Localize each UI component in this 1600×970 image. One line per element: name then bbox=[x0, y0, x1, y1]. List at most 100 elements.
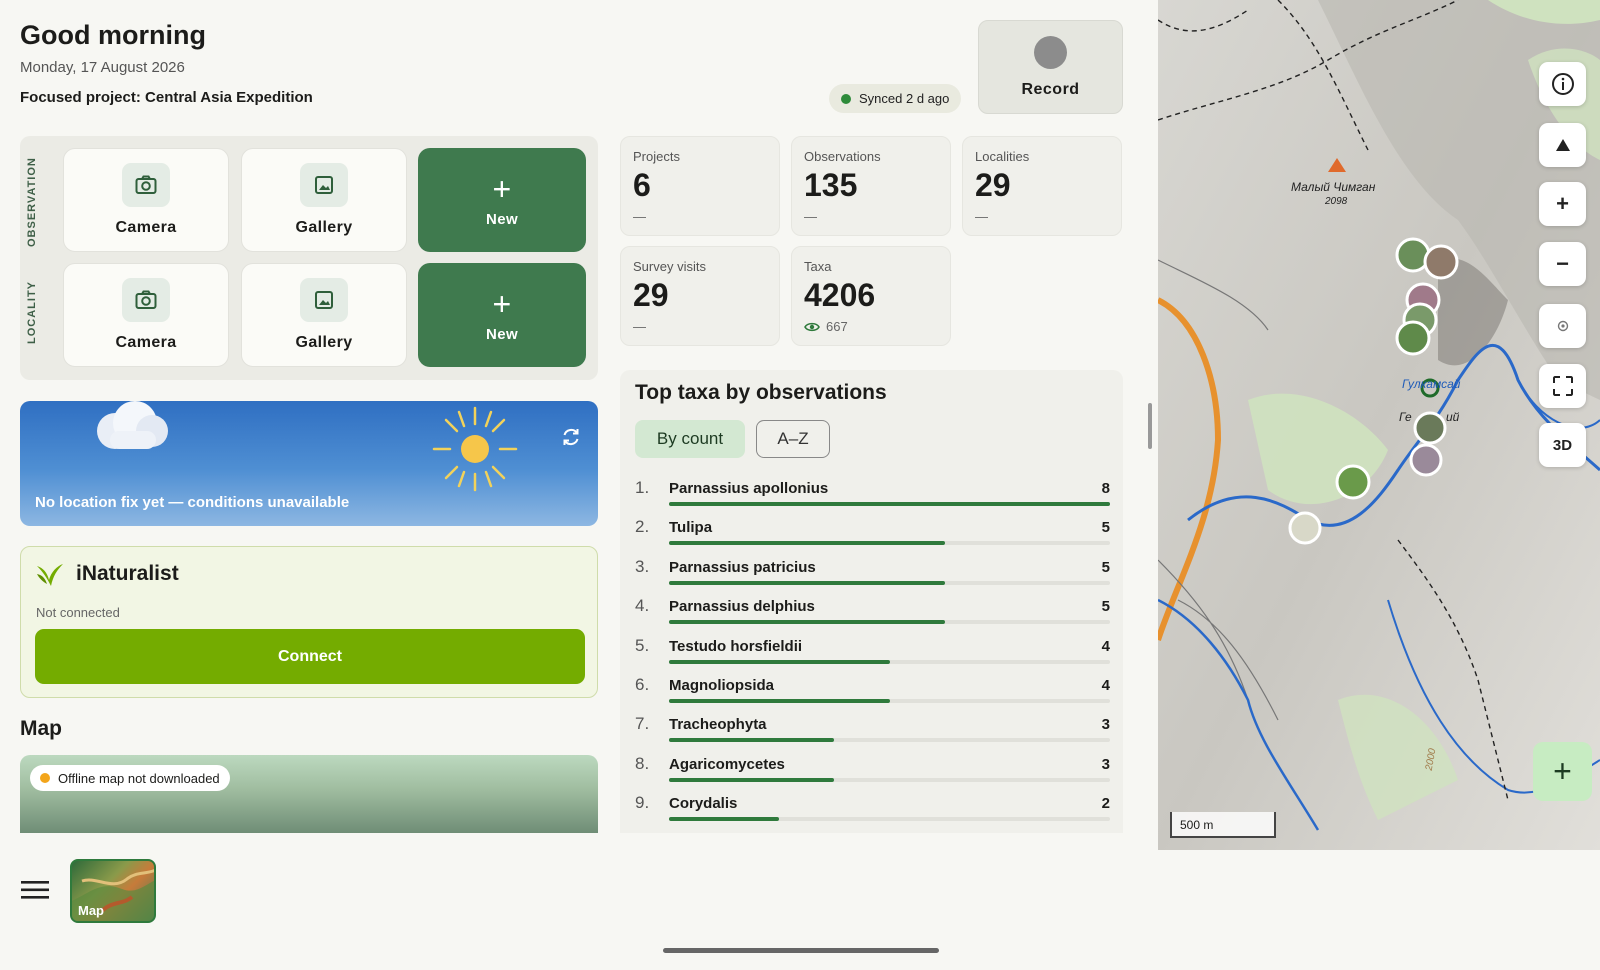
taxa-rank: 7. bbox=[635, 714, 650, 734]
locality-gallery-button[interactable]: Gallery bbox=[241, 263, 407, 367]
plus-icon: + bbox=[1553, 753, 1572, 789]
taxa-name: Tulipa bbox=[669, 519, 713, 537]
observation-camera-button[interactable]: Camera bbox=[63, 148, 229, 252]
stat-sub: — bbox=[633, 319, 646, 334]
taxa-name: Corydalis bbox=[669, 795, 738, 813]
map-info-button[interactable] bbox=[1539, 62, 1586, 106]
map-compass-button[interactable] bbox=[1539, 123, 1586, 167]
taxa-row[interactable]: 8. Agaricomycetes 3 bbox=[635, 754, 1110, 793]
refresh-icon[interactable] bbox=[560, 426, 582, 448]
sun-icon bbox=[432, 406, 518, 492]
map-heading: Map bbox=[20, 717, 62, 740]
camera-icon bbox=[122, 163, 170, 207]
taxa-bar-fill bbox=[669, 777, 835, 782]
map-3d-button[interactable]: 3D bbox=[1539, 423, 1586, 467]
inaturalist-card: iNaturalist Not connected Connect bbox=[20, 546, 598, 698]
map-zoom-in-button[interactable]: + bbox=[1539, 182, 1586, 226]
stat-sub-with-icon: 667 bbox=[804, 319, 848, 334]
offline-map-text: Offline map not downloaded bbox=[58, 770, 220, 786]
cloud-icon bbox=[97, 401, 168, 449]
record-button[interactable]: Record bbox=[978, 20, 1123, 114]
camera-label: Camera bbox=[115, 334, 177, 351]
record-label: Record bbox=[1021, 80, 1080, 98]
stat-sub: — bbox=[975, 209, 988, 224]
gallery-label: Gallery bbox=[295, 219, 353, 236]
taxa-bar-track bbox=[669, 580, 1110, 585]
observation-gallery-button[interactable]: Gallery bbox=[241, 148, 407, 252]
stat-survey-visits[interactable]: Survey visits 29 — bbox=[620, 246, 780, 346]
taxa-rank: 4. bbox=[635, 596, 650, 616]
stat-value: 29 bbox=[633, 277, 669, 313]
focused-project[interactable]: Focused project: Central Asia Expedition bbox=[20, 89, 313, 106]
hamburger-menu-icon[interactable] bbox=[21, 879, 49, 901]
record-icon bbox=[1034, 35, 1067, 69]
stat-value: 6 bbox=[633, 167, 651, 203]
observation-row-label: OBSERVATION bbox=[26, 157, 38, 247]
taxa-row[interactable]: 5. Testudo horsfieldii 4 bbox=[635, 636, 1110, 675]
stat-label: Observations bbox=[804, 149, 881, 164]
sync-status-text: Synced 2 d ago bbox=[859, 91, 950, 106]
taxa-row[interactable]: 1. Parnassius apollonius 8 bbox=[635, 478, 1110, 517]
map-scale-bar: 500 m bbox=[1170, 812, 1276, 838]
taxa-row[interactable]: 6. Magnoliopsida 4 bbox=[635, 675, 1110, 714]
map-thumb-label: Map bbox=[78, 903, 104, 918]
map-fullscreen-button[interactable] bbox=[1539, 364, 1586, 408]
peak-name-label: Малый Чимган bbox=[1291, 180, 1376, 194]
gallery-label: Gallery bbox=[295, 334, 353, 351]
inaturalist-title: iNaturalist bbox=[76, 562, 179, 585]
home-indicator[interactable] bbox=[663, 948, 939, 953]
taxa-row[interactable]: 4. Parnassius delphius 5 bbox=[635, 596, 1110, 635]
locality-row-label: LOCALITY bbox=[26, 281, 38, 345]
map-preview[interactable]: Offline map not downloaded bbox=[20, 755, 598, 833]
image-icon bbox=[300, 163, 348, 207]
taxa-bar-track bbox=[669, 777, 1110, 782]
taxa-count: 4 bbox=[1101, 637, 1110, 655]
new-observation-button[interactable]: + New bbox=[418, 148, 586, 252]
taxa-bar-fill bbox=[669, 699, 890, 703]
taxa-name: Parnassius apollonius bbox=[669, 480, 829, 497]
taxa-bar-fill bbox=[669, 817, 780, 822]
taxa-row[interactable]: 9. Corydalis 2 bbox=[635, 793, 1110, 832]
taxa-count: 5 bbox=[1101, 558, 1110, 576]
place-label-1: Гулкамсай bbox=[1402, 377, 1461, 391]
connect-button[interactable]: Connect bbox=[35, 629, 585, 684]
pane-resize-handle[interactable] bbox=[1148, 403, 1152, 449]
map-locate-button[interactable] bbox=[1539, 304, 1586, 348]
stat-observations[interactable]: Observations 135 — bbox=[791, 136, 951, 236]
top-taxa-card: Top taxa by observations By count A–Z 1.… bbox=[620, 370, 1123, 833]
taxa-rank: 1. bbox=[635, 478, 650, 497]
taxa-rank: 2. bbox=[635, 517, 650, 537]
taxa-name: Tracheophyta bbox=[669, 716, 767, 734]
locality-camera-button[interactable]: Camera bbox=[63, 263, 229, 367]
new-locality-button[interactable]: + New bbox=[418, 263, 586, 367]
stat-projects[interactable]: Projects 6 — bbox=[620, 136, 780, 236]
taxa-bar-track bbox=[669, 541, 1110, 546]
inaturalist-bird-icon bbox=[37, 564, 63, 586]
stat-value: 135 bbox=[804, 167, 858, 203]
sort-by-count-chip[interactable]: By count bbox=[635, 420, 745, 458]
stat-label: Projects bbox=[633, 149, 680, 164]
main-map[interactable]: Малый Чимган 2098 Гулкамсай Ге ий 2000 bbox=[1158, 0, 1600, 850]
map-nav-thumbnail[interactable]: Map bbox=[70, 859, 156, 923]
taxa-count: 3 bbox=[1101, 716, 1110, 734]
sort-az-chip[interactable]: A–Z bbox=[756, 420, 830, 458]
taxa-bar-fill bbox=[669, 502, 1110, 506]
taxa-bar-fill bbox=[669, 738, 835, 743]
offline-map-badge: Offline map not downloaded bbox=[30, 765, 230, 791]
taxa-row[interactable]: 7. Tracheophyta 3 bbox=[635, 714, 1110, 753]
taxa-count: 5 bbox=[1101, 598, 1110, 616]
stat-taxa[interactable]: Taxa 4206 667 bbox=[791, 246, 951, 346]
sync-status-badge[interactable]: Synced 2 d ago bbox=[829, 84, 962, 113]
taxa-count: 3 bbox=[1101, 755, 1110, 773]
stat-label: Taxa bbox=[804, 259, 832, 274]
map-add-button[interactable]: + bbox=[1533, 742, 1592, 801]
map-zoom-out-button[interactable]: − bbox=[1539, 242, 1586, 286]
info-icon bbox=[1551, 73, 1574, 95]
stat-localities[interactable]: Localities 29 — bbox=[962, 136, 1122, 236]
taxa-row[interactable]: 3. Parnassius patricius 5 bbox=[635, 557, 1110, 596]
taxa-row[interactable]: 2. Tulipa 5 bbox=[635, 517, 1110, 556]
camera-label: Camera bbox=[115, 219, 177, 236]
taxa-rank: 5. bbox=[635, 635, 650, 655]
greeting-title: Good morning bbox=[20, 20, 206, 50]
taxa-name: Testudo horsfieldii bbox=[669, 637, 803, 655]
